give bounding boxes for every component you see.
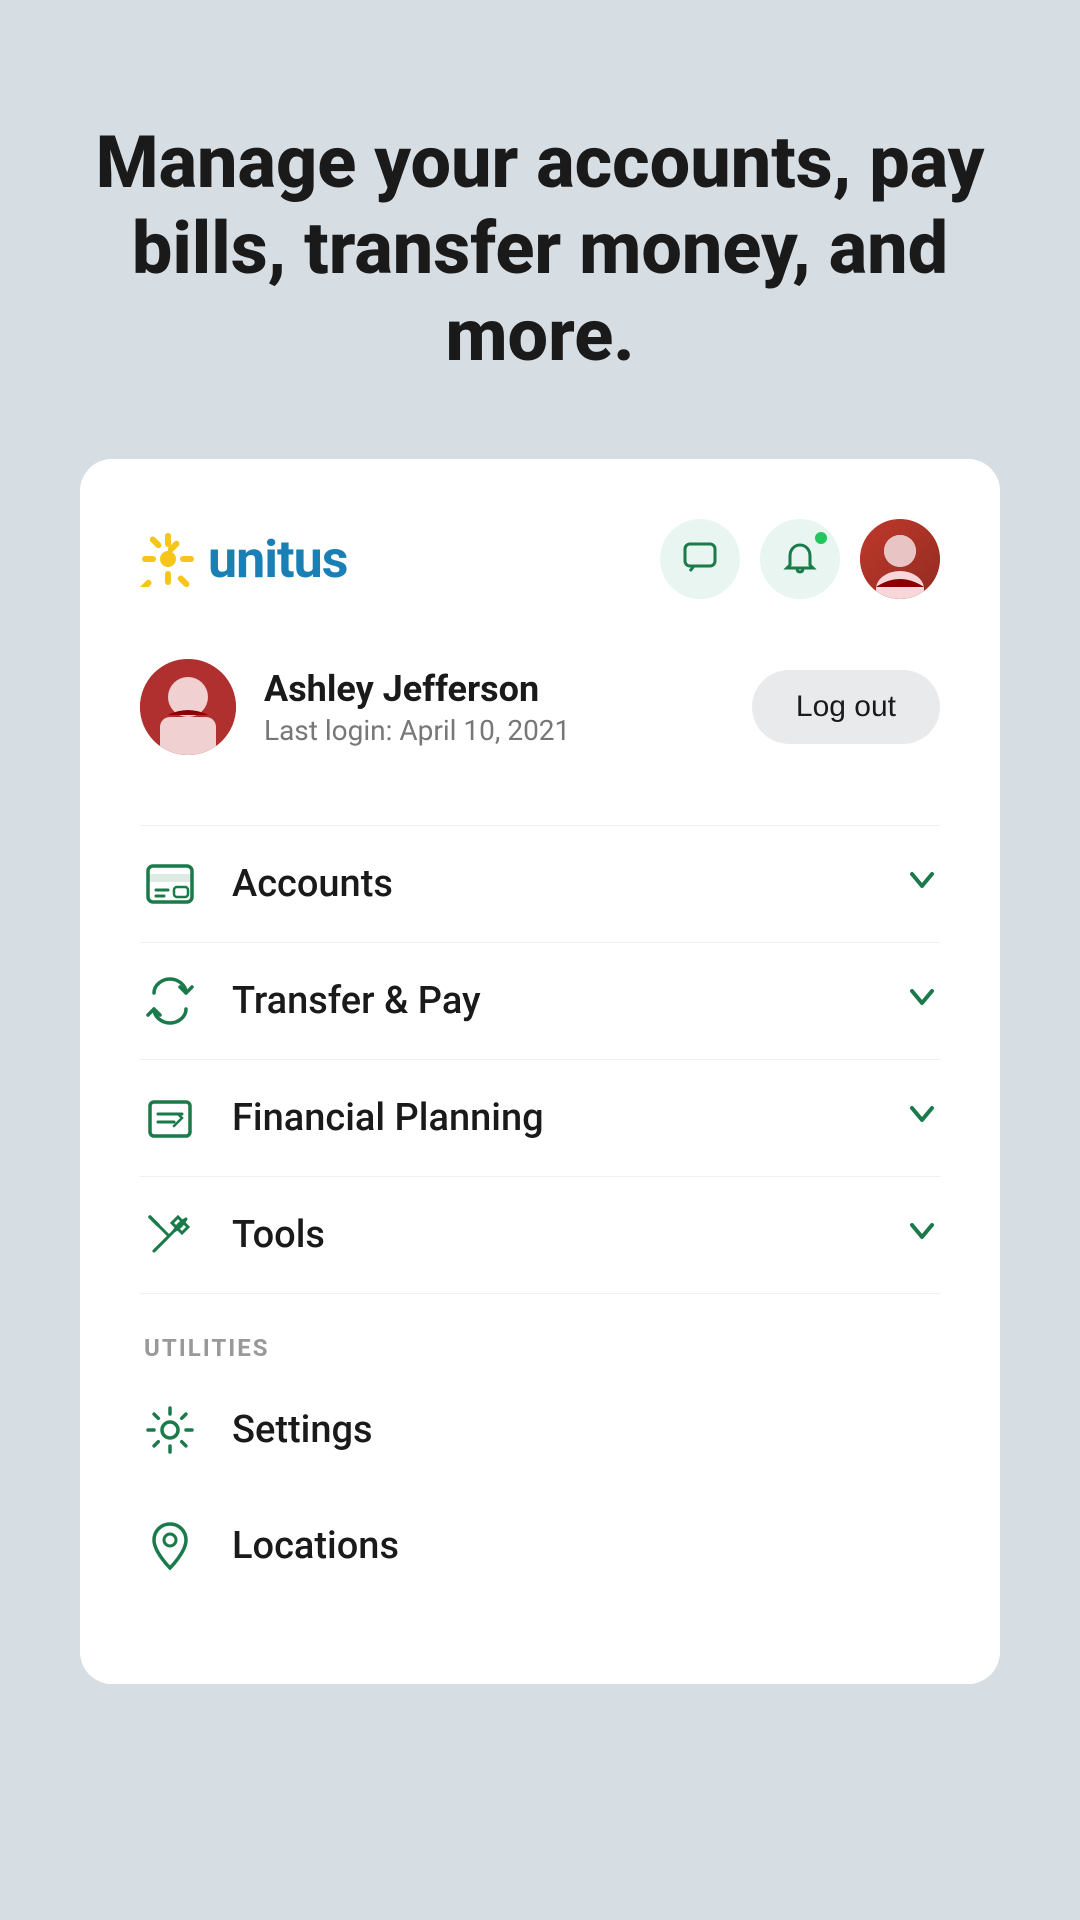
user-section: Ashley Jefferson Last login: April 10, 2… [140,659,940,755]
menu-item-locations[interactable]: Locations [140,1488,940,1604]
transfer-chevron [904,979,940,1023]
planning-icon [140,1088,200,1148]
menu-item-tools[interactable]: Tools [140,1177,940,1294]
hero-headline: Manage your accounts, pay bills, transfe… [80,120,1000,379]
user-details: Ashley Jefferson Last login: April 10, 2… [264,668,570,747]
menu-item-transfer[interactable]: Transfer & Pay [140,943,940,1060]
financial-chevron [904,1096,940,1140]
menu-item-accounts[interactable]: Accounts [140,825,940,943]
profile-avatar-button[interactable] [860,519,940,599]
bell-button[interactable] [760,519,840,599]
user-avatar [140,659,236,755]
settings-label: Settings [232,1408,940,1452]
main-card: unitus [80,459,1000,1684]
notification-dot [812,529,830,547]
nav-icons-group [660,519,940,599]
navbar: unitus [140,519,940,599]
menu-item-financial[interactable]: Financial Planning [140,1060,940,1177]
logo-text: unitus [208,529,347,590]
menu-item-settings[interactable]: Settings [140,1372,940,1488]
user-info: Ashley Jefferson Last login: April 10, 2… [140,659,570,755]
main-menu: Accounts Transfer & Pay [140,825,940,1294]
chat-button[interactable] [660,519,740,599]
financial-label: Financial Planning [232,1096,892,1140]
tools-label: Tools [232,1213,892,1257]
location-icon [140,1516,200,1576]
nav-avatar-icon [860,519,940,599]
bell-icon [782,541,818,577]
user-name: Ashley Jefferson [264,668,570,710]
utilities-label: UTILITIES [140,1334,940,1362]
settings-icon [140,1400,200,1460]
transfer-label: Transfer & Pay [232,979,892,1023]
tools-icon [140,1205,200,1265]
utilities-section: UTILITIES Settings Locations [140,1334,940,1604]
logo: unitus [140,529,347,590]
nav-avatar [860,519,940,599]
hero-section: Manage your accounts, pay bills, transfe… [0,0,1080,459]
user-last-login: Last login: April 10, 2021 [264,714,570,747]
user-avatar-image [140,659,236,755]
accounts-chevron [904,862,940,906]
unitus-logo-icon [140,531,196,587]
logout-button[interactable]: Log out [752,670,940,744]
accounts-label: Accounts [232,862,892,906]
transfer-icon [140,971,200,1031]
tools-chevron [904,1213,940,1257]
chat-icon [682,541,718,577]
locations-label: Locations [232,1524,940,1568]
accounts-icon [140,854,200,914]
